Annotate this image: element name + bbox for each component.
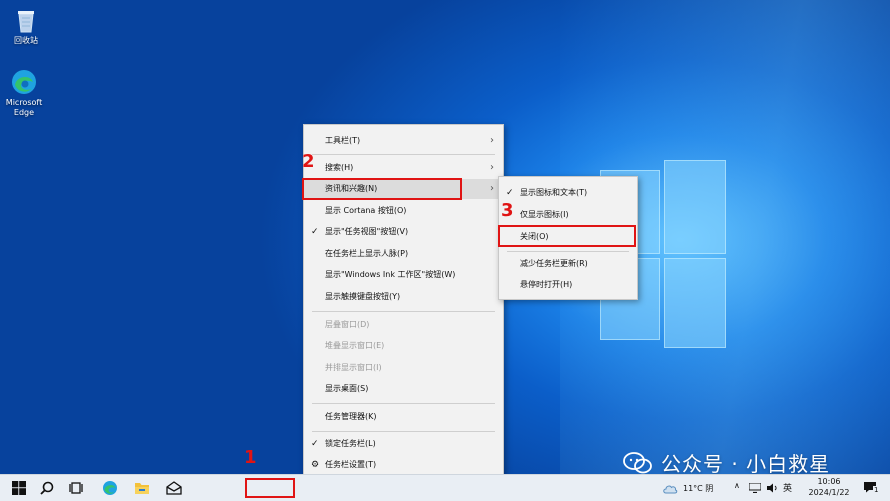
menu-item-cascade-windows: 层叠窗口(D) [325,320,370,329]
menu-item-stack-windows: 堆叠显示窗口(E) [325,341,385,350]
watermark: 公众号 · 小白救星 [623,448,830,474]
highlight-box-taskbar-empty-area [245,478,295,498]
folder-icon [135,483,149,494]
chevron-right-icon: › [490,162,494,173]
menu-item-side-by-side: 并排显示窗口(I) [325,363,382,372]
submenu-item-show-icon-only[interactable]: 仅显示图标(I) [499,205,637,225]
menu-separator [312,431,495,432]
volume-icon[interactable] [766,483,778,493]
edge-icon [103,481,117,495]
file-explorer-button[interactable] [127,475,157,501]
desktop-icon-recycle-bin[interactable]: 回收站 [0,6,52,46]
checkmark-icon: ✓ [311,439,319,449]
step-number-1: 1 [244,447,257,468]
menu-item-search[interactable]: 搜索(H) › [304,158,503,178]
submenu-item-reduce-updates[interactable]: 减少任务栏更新(R) [499,254,637,274]
step-number-2: 2 [302,151,315,172]
gear-icon: ⚙ [311,460,320,470]
menu-item-show-ink-workspace[interactable]: 显示"Windows Ink 工作区"按钮(W) [304,265,503,285]
desktop-icon-label: Microsoft Edge [5,98,43,117]
clock-date: 2024/1/22 [808,488,850,497]
task-view-button[interactable] [61,475,91,501]
start-button[interactable] [4,475,34,501]
menu-separator [312,403,495,404]
highlight-box-news-and-interests [302,178,462,200]
weather-widget[interactable]: 11°C 阴 [662,479,726,497]
step-number-3: 3 [501,200,514,221]
chevron-right-icon: › [490,183,494,194]
clock-time: 10:06 [817,477,841,486]
menu-separator [312,154,495,155]
menu-item-show-cortana[interactable]: 显示 Cortana 按钮(O) [304,201,503,221]
desktop-icon-edge[interactable]: Microsoft Edge [0,68,50,118]
menu-item-taskbar-settings[interactable]: ⚙ 任务栏设置(T) [304,455,503,474]
menu-item-show-task-view[interactable]: ✓ 显示"任务视图"按钮(V) [304,222,503,242]
clock[interactable]: 10:06 2024/1/22 [806,476,852,500]
cloud-icon [663,485,678,494]
taskbar-edge-button[interactable] [95,475,125,501]
menu-separator [507,251,629,252]
chevron-right-icon: › [490,135,494,146]
mail-icon [166,481,182,495]
chevron-up-icon[interactable]: ∧ [734,481,740,490]
network-icon[interactable] [749,483,761,493]
ime-indicator[interactable]: 英 [783,481,792,494]
task-view-icon [69,482,83,494]
notification-count-badge: 1 [873,486,880,494]
desktop: 回收站 Microsoft Edge 工具栏(T) › 搜索(H) › 资讯和兴… [0,0,890,474]
desktop-icon-label: 回收站 [14,36,38,45]
menu-item-toolbars[interactable]: 工具栏(T) › [304,131,503,151]
recycle-bin-icon [12,6,40,34]
windows-start-icon [12,481,26,495]
taskbar-context-menu: 工具栏(T) › 搜索(H) › 资讯和兴趣(N) › 显示 Cortana 按… [303,124,504,474]
checkmark-icon: ✓ [311,227,319,237]
menu-item-show-desktop[interactable]: 显示桌面(S) [304,379,503,399]
menu-item-show-touch-keyboard[interactable]: 显示触摸键盘按钮(Y) [304,287,503,307]
submenu-item-open-on-hover[interactable]: 悬停时打开(H) [499,275,637,295]
submenu-item-show-icon-and-text[interactable]: ✓ 显示图标和文本(T) [499,183,637,203]
edge-icon [10,68,38,96]
menu-item-lock-taskbar[interactable]: ✓ 锁定任务栏(L) [304,434,503,454]
search-button[interactable] [32,475,62,501]
taskbar: 11°C 阴 ∧ 英 10:06 2024/1/22 1 [0,474,890,501]
menu-separator [312,311,495,312]
notification-center-button[interactable]: 1 [862,479,884,497]
menu-item-task-manager[interactable]: 任务管理器(K) [304,407,503,427]
highlight-box-turn-off [498,225,636,247]
search-icon [40,481,54,495]
mail-button[interactable] [159,475,189,501]
wechat-icon [623,451,652,473]
menu-item-show-people[interactable]: 在任务栏上显示人脉(P) [304,244,503,264]
